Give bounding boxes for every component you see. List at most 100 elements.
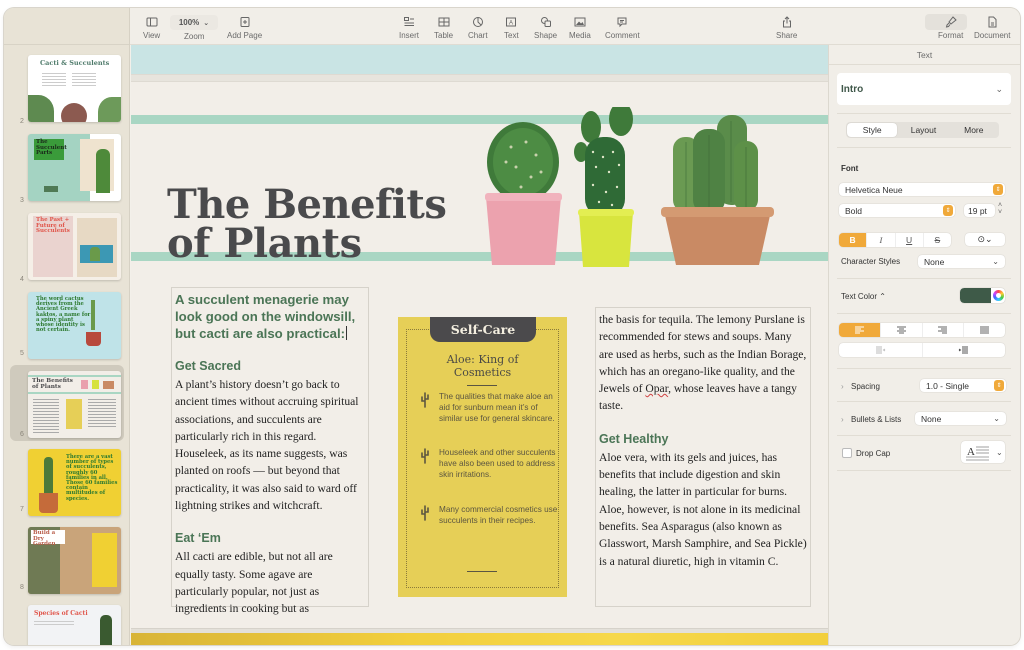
document-label: Document: [974, 31, 1011, 40]
character-styles-popup[interactable]: None ⌄: [918, 255, 1005, 268]
thumbnail-page-9[interactable]: Species of Cacti: [28, 605, 121, 645]
text-options-button[interactable]: ⊙⌄: [965, 233, 1005, 246]
zoom-label-wrap: Zoom: [184, 32, 204, 41]
thumbnail-page-7[interactable]: There are a vast number of types of succ…: [28, 449, 121, 516]
page-6[interactable]: The Benefits of Plants A succulent menag…: [131, 82, 828, 628]
thumbnail-title: The Succulent Parts: [36, 139, 67, 156]
chevron-down-icon: ⌄: [203, 19, 210, 27]
thumbnail-pot: [39, 493, 58, 513]
justify-button[interactable]: [964, 323, 1005, 337]
drop-cap-checkbox[interactable]: [842, 448, 852, 458]
thumbnail-page-3[interactable]: The Succulent Parts: [28, 134, 121, 201]
text-box-column-3[interactable]: the basis for tequila. The lemony Pursla…: [595, 307, 811, 607]
page-number: 4: [20, 276, 24, 283]
text-color-well[interactable]: [960, 288, 1005, 303]
paragraph-eat-em: All cacti are edible, but not all are eq…: [175, 550, 333, 616]
chart-button[interactable]: Chart: [468, 16, 488, 40]
bullets-popup[interactable]: None ⌄: [915, 412, 1006, 425]
bold-button[interactable]: B: [839, 233, 868, 247]
intro-text: A succulent menagerie may look good on t…: [175, 292, 356, 341]
self-care-sidebar-box[interactable]: Self-Care Aloe: King of Cosmetics The qu…: [398, 317, 567, 597]
thumbnail-text-lines: [88, 399, 116, 429]
self-care-item-text: Houseleek and other succulents have also…: [439, 448, 556, 479]
italic-button[interactable]: I: [867, 233, 896, 247]
decrease-indent-button[interactable]: [839, 343, 923, 357]
page-title[interactable]: The Benefits of Plants: [167, 184, 447, 263]
zoom-popup[interactable]: 100% ⌄: [170, 15, 218, 30]
thumbnail-page-5[interactable]: The word cactus derives from the Ancient…: [28, 292, 121, 359]
add-page-icon: [239, 16, 251, 28]
strikethrough-button[interactable]: S: [924, 233, 951, 247]
shape-button[interactable]: Shape: [534, 16, 557, 40]
media-button[interactable]: Media: [569, 16, 591, 40]
font-weight-popup[interactable]: Bold ⇕: [839, 204, 955, 217]
view-button[interactable]: View: [143, 16, 160, 40]
thumbnail-text-lines: [34, 621, 74, 627]
share-button[interactable]: Share: [776, 16, 797, 40]
document-canvas[interactable]: The Benefits of Plants A succulent menag…: [131, 45, 828, 645]
intro-paragraph[interactable]: A succulent menagerie may look good on t…: [175, 291, 365, 342]
align-left-button[interactable]: [839, 323, 881, 337]
disclosure-chevron-icon[interactable]: ›: [841, 415, 844, 424]
paragraph-style-popup[interactable]: Intro ⌄: [837, 73, 1011, 105]
chevron-down-icon: ⌄: [992, 257, 999, 266]
misspelled-word[interactable]: Opar: [645, 382, 668, 395]
thumbnail-title: Species of Cacti: [34, 610, 88, 617]
font-size-field[interactable]: 19 pt: [964, 204, 995, 217]
page-number: 7: [20, 506, 24, 513]
drop-cap-style-popup[interactable]: A ⌄: [961, 441, 1005, 463]
self-care-item-text: Many commercial cosmetics use succulents…: [439, 505, 558, 525]
spacing-popup[interactable]: 1.0 - Single ⇕: [920, 379, 1006, 392]
text-box-column-1[interactable]: A succulent menagerie may look good on t…: [171, 287, 369, 615]
thumbnail-page-8[interactable]: Build a Dry Garden: [28, 527, 121, 594]
font-family-popup[interactable]: Helvetica Neue ⇕: [839, 183, 1005, 196]
chart-label: Chart: [468, 31, 488, 40]
inspector-header: Text: [829, 45, 1020, 65]
thumbnail-pot: [86, 332, 101, 346]
color-wheel-icon[interactable]: [993, 290, 1004, 301]
document-button[interactable]: Document: [974, 16, 1010, 40]
comment-button[interactable]: Comment: [605, 16, 640, 40]
svg-text:⌄: ⌄: [996, 448, 1003, 457]
bullets-lists-label[interactable]: Bullets & Lists: [851, 415, 901, 424]
increase-indent-button[interactable]: [923, 343, 1006, 357]
media-label: Media: [569, 31, 591, 40]
bullets-value: None: [921, 413, 942, 424]
align-right-button[interactable]: [923, 323, 965, 337]
text-color-swatch[interactable]: [960, 288, 991, 303]
divider: [837, 470, 1011, 471]
page-number: 6: [20, 431, 24, 438]
thumbnail-title: There are a vast number of types of succ…: [66, 454, 118, 502]
shape-icon: [540, 16, 552, 28]
align-right-icon: [938, 326, 948, 334]
disclosure-chevron-icon[interactable]: ›: [841, 382, 844, 391]
add-page-button[interactable]: Add Page: [227, 16, 262, 40]
thumbnail-icons: [44, 186, 58, 192]
tab-layout[interactable]: Layout: [898, 122, 948, 138]
divider: [837, 278, 1011, 279]
sidebar-icon: [146, 16, 158, 28]
table-button[interactable]: Table: [434, 16, 453, 40]
text-style-buttons: B I U S: [839, 233, 951, 247]
font-size-stepper[interactable]: ˄ ˅: [998, 202, 1002, 216]
page-thumbnails-sidebar: Cacti & Succulents 2 The Succulent Parts…: [4, 8, 130, 645]
divider: [837, 113, 1011, 114]
format-button[interactable]: Format: [938, 16, 963, 40]
thumbnail-page-6[interactable]: The Benefits of Plants: [28, 371, 121, 438]
thumbnail-page-2[interactable]: Cacti & Succulents: [28, 55, 121, 122]
chevron-down-icon: ⌄: [995, 83, 1003, 94]
underline-button[interactable]: U: [896, 233, 924, 247]
text-button[interactable]: A Text: [504, 16, 519, 40]
thumbnail-pot-image: [61, 103, 87, 122]
thumbnail-page-4[interactable]: The Past + Future of Succulents: [28, 213, 121, 280]
align-center-button[interactable]: [881, 323, 923, 337]
tab-style[interactable]: Style: [847, 123, 898, 137]
font-weight-value: Bold: [845, 205, 863, 216]
thumbnail-title: The word cactus derives from the Ancient…: [36, 296, 91, 334]
divider: [837, 147, 1011, 148]
insert-button[interactable]: Insert: [399, 16, 419, 40]
popup-arrows-icon: ⇕: [993, 184, 1003, 195]
tab-more[interactable]: More: [949, 122, 999, 138]
spacing-label[interactable]: Spacing: [851, 382, 880, 391]
chevron-down-icon: ⌄: [993, 414, 1000, 423]
